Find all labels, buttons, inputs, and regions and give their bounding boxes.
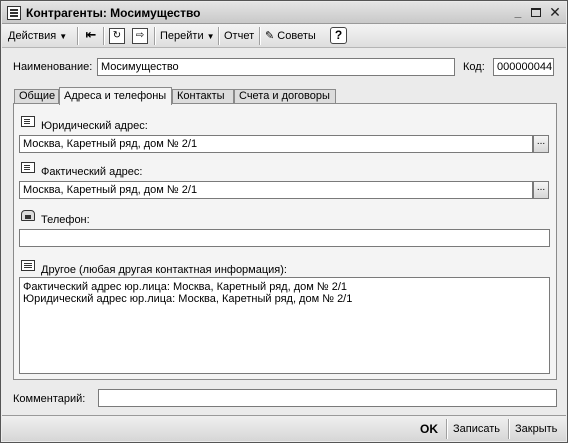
- address-card-icon: [21, 116, 35, 127]
- goto-menu-label: Перейти: [160, 30, 204, 42]
- legal-address-select-button[interactable]: ...: [533, 135, 549, 153]
- legal-address-label: Юридический адрес:: [41, 120, 148, 132]
- button-bar: OK Записать Закрыть: [2, 415, 566, 441]
- comment-field[interactable]: [98, 389, 557, 407]
- address-card-icon: [21, 162, 35, 173]
- other-info-line: Фактический адрес юр.лица: Москва, Карет…: [23, 281, 348, 293]
- button-divider: [508, 419, 509, 439]
- goto-menu[interactable]: Перейти ▼: [160, 28, 215, 44]
- tab-general[interactable]: Общие: [14, 89, 59, 104]
- other-info-label: Другое (любая другая контактная информац…: [41, 264, 287, 276]
- toolbar-divider: [103, 27, 104, 45]
- report-button[interactable]: Отчет: [224, 28, 254, 44]
- actual-address-label: Фактический адрес:: [41, 166, 143, 178]
- document-icon: [7, 6, 21, 20]
- legal-address-field[interactable]: Москва, Каретный ряд, дом № 2/1: [19, 135, 533, 153]
- tab-contacts[interactable]: Контакты: [172, 89, 234, 104]
- navigate-back-icon[interactable]: ⇤: [83, 28, 99, 44]
- tab-accounts-contracts[interactable]: Счета и договоры: [234, 89, 336, 104]
- maximize-button[interactable]: [528, 5, 544, 21]
- toolbar-divider: [154, 27, 155, 45]
- phone-field[interactable]: [19, 229, 550, 247]
- window-title: Контрагенты: Мосимущество: [26, 6, 201, 20]
- name-label: Наименование:: [13, 61, 93, 73]
- toolbar: Действия ▼ ⇤ ↻ ⇨ Перейти ▼ Отчет ✎ Совет…: [2, 24, 566, 48]
- phone-label: Телефон:: [41, 214, 90, 226]
- other-info-line: Юридический адрес юр.лица: Москва, Карет…: [23, 293, 353, 305]
- toolbar-divider: [218, 27, 219, 45]
- button-divider: [446, 419, 447, 439]
- other-info-textarea[interactable]: Фактический адрес юр.лица: Москва, Карет…: [19, 277, 550, 374]
- code-field[interactable]: 000000044: [493, 58, 554, 76]
- close-window-button[interactable]: ✕: [547, 5, 563, 21]
- title-bar[interactable]: Контрагенты: Мосимущество _ ✕: [2, 2, 566, 24]
- tips-button[interactable]: ✎ Советы: [265, 28, 316, 44]
- ok-button[interactable]: OK: [420, 421, 438, 437]
- refresh-icon[interactable]: ↻: [109, 28, 125, 44]
- toolbar-divider: [259, 27, 260, 45]
- name-field[interactable]: Мосимущество: [97, 58, 455, 76]
- tab-addresses-phones[interactable]: Адреса и телефоны: [59, 87, 172, 105]
- code-label: Код:: [463, 61, 485, 73]
- actual-address-select-button[interactable]: ...: [533, 181, 549, 199]
- toolbar-divider: [77, 27, 78, 45]
- minimize-button[interactable]: _: [510, 5, 526, 21]
- save-button[interactable]: Записать: [453, 421, 500, 437]
- dialog-window: Контрагенты: Мосимущество _ ✕ Действия ▼…: [0, 0, 568, 443]
- tips-label: Советы: [277, 30, 316, 42]
- maximize-icon: [531, 8, 541, 17]
- actions-menu-label: Действия: [8, 30, 57, 42]
- actions-menu[interactable]: Действия ▼: [8, 28, 67, 44]
- comment-label: Комментарий:: [13, 393, 86, 405]
- help-button[interactable]: ?: [330, 27, 347, 44]
- note-icon: [21, 260, 35, 271]
- phone-icon: [21, 210, 35, 221]
- tips-icon: ✎: [265, 30, 275, 42]
- chevron-down-icon: ▼: [59, 32, 68, 41]
- close-button[interactable]: Закрыть: [515, 421, 557, 437]
- chevron-down-icon: ▼: [206, 32, 215, 41]
- copy-to-icon[interactable]: ⇨: [132, 28, 148, 44]
- actual-address-field[interactable]: Москва, Каретный ряд, дом № 2/1: [19, 181, 533, 199]
